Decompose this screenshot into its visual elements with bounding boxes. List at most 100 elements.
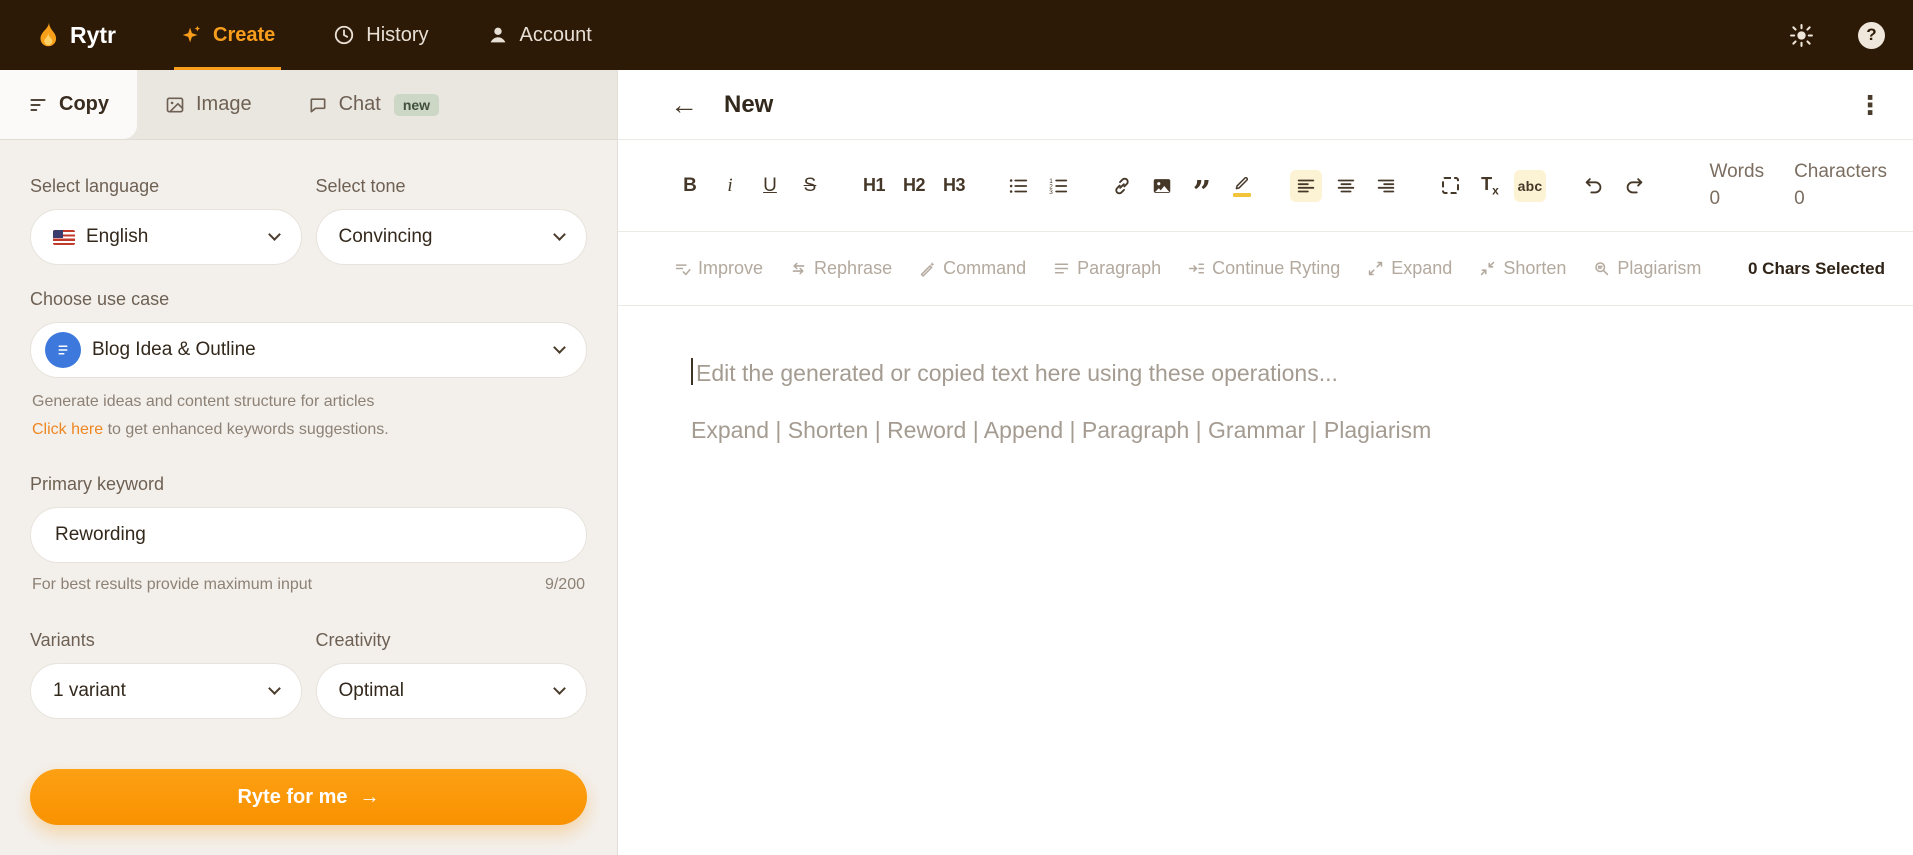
primary-keyword-label: Primary keyword bbox=[30, 474, 587, 495]
chevron-down-icon bbox=[553, 682, 566, 695]
arrow-right-icon: → bbox=[360, 786, 380, 809]
click-here-link[interactable]: Click here bbox=[32, 421, 103, 438]
tab-copy[interactable]: Copy bbox=[0, 70, 137, 139]
chars-selected-status: 0 Chars Selected bbox=[1748, 259, 1885, 279]
paragraph-icon bbox=[1053, 260, 1070, 277]
chevron-down-icon bbox=[553, 228, 566, 241]
tone-select[interactable]: Convincing bbox=[316, 209, 588, 265]
nav-account[interactable]: Account bbox=[487, 0, 592, 70]
words-value: 0 bbox=[1710, 186, 1765, 213]
redo-button[interactable] bbox=[1618, 170, 1650, 202]
link-button[interactable] bbox=[1106, 170, 1138, 202]
format-toolbar: B i U S H1 H2 H3 bbox=[618, 140, 1913, 232]
tab-image[interactable]: Image bbox=[137, 70, 280, 139]
back-arrow-icon[interactable]: ← bbox=[670, 91, 698, 119]
editor-surface[interactable]: Edit the generated or copied text here u… bbox=[618, 306, 1913, 855]
blockquote-button[interactable]: ” bbox=[1186, 170, 1218, 202]
nav-history[interactable]: History bbox=[333, 0, 428, 70]
spellcheck-icon: abc bbox=[1518, 178, 1543, 194]
op-command[interactable]: Command bbox=[919, 258, 1026, 279]
content: Copy Image Chat new bbox=[0, 70, 1913, 855]
link-icon bbox=[1111, 175, 1133, 197]
chevron-down-icon bbox=[268, 682, 281, 695]
use-case-select[interactable]: Blog Idea & Outline bbox=[30, 322, 587, 378]
color-swatch bbox=[1233, 193, 1251, 197]
image-icon bbox=[165, 95, 185, 115]
nav-history-label: History bbox=[366, 24, 428, 47]
align-right-button[interactable] bbox=[1370, 170, 1402, 202]
keyword-help-row: For best results provide maximum input 9… bbox=[30, 576, 587, 594]
svg-text:3: 3 bbox=[1049, 188, 1053, 195]
op-expand[interactable]: Expand bbox=[1367, 258, 1452, 279]
h2-button[interactable]: H2 bbox=[898, 170, 930, 202]
tab-copy-label: Copy bbox=[59, 93, 109, 116]
language-select[interactable]: English bbox=[30, 209, 302, 265]
h1-button[interactable]: H1 bbox=[858, 170, 890, 202]
history-clock-icon bbox=[333, 24, 355, 46]
op-improve[interactable]: Improve bbox=[674, 258, 763, 279]
align-left-button[interactable] bbox=[1290, 170, 1322, 202]
creativity-value: Optimal bbox=[339, 680, 404, 702]
ordered-list-button[interactable]: 123 bbox=[1042, 170, 1074, 202]
op-plagiarism[interactable]: Plagiarism bbox=[1593, 258, 1701, 279]
h3-button[interactable]: H3 bbox=[938, 170, 970, 202]
words-counter: Words 0 bbox=[1710, 159, 1765, 212]
ryte-for-me-label: Ryte for me bbox=[237, 786, 347, 809]
select-all-icon bbox=[1442, 177, 1459, 194]
use-case-help: Generate ideas and content structure for… bbox=[32, 392, 587, 412]
align-center-button[interactable] bbox=[1330, 170, 1362, 202]
creativity-select[interactable]: Optimal bbox=[316, 663, 588, 719]
spellcheck-button[interactable]: abc bbox=[1514, 170, 1546, 202]
tab-chat[interactable]: Chat new bbox=[280, 70, 467, 139]
clear-format-button[interactable]: Tx bbox=[1474, 170, 1506, 202]
bullet-list-button[interactable] bbox=[1002, 170, 1034, 202]
tab-chat-label: Chat bbox=[339, 93, 381, 116]
keyword-char-counter: 9/200 bbox=[545, 576, 585, 594]
redo-icon bbox=[1623, 175, 1645, 197]
text-color-button[interactable] bbox=[1226, 170, 1258, 202]
primary-keyword-input[interactable] bbox=[30, 507, 587, 563]
chat-bubble-icon bbox=[308, 95, 328, 115]
nav-create[interactable]: Create bbox=[180, 0, 275, 70]
nav-account-label: Account bbox=[520, 24, 592, 47]
align-center-icon bbox=[1335, 175, 1357, 197]
words-label: Words bbox=[1710, 159, 1765, 186]
use-case-value: Blog Idea & Outline bbox=[92, 339, 256, 361]
kebab-menu-icon[interactable]: ⋮ bbox=[1857, 92, 1883, 118]
undo-button[interactable] bbox=[1578, 170, 1610, 202]
ryte-for-me-button[interactable]: Ryte for me → bbox=[30, 769, 587, 825]
characters-label: Characters bbox=[1794, 159, 1887, 186]
bold-button[interactable]: B bbox=[674, 170, 706, 202]
chevron-down-icon bbox=[268, 228, 281, 241]
use-case-label: Choose use case bbox=[30, 289, 587, 310]
editor-placeholder-line1: Edit the generated or copied text here u… bbox=[691, 358, 1853, 387]
help-icon[interactable]: ? bbox=[1858, 22, 1885, 49]
sidebar: Copy Image Chat new bbox=[0, 70, 618, 855]
editor-header: ← New ⋮ bbox=[618, 70, 1913, 140]
improve-icon bbox=[674, 260, 691, 277]
ordered-list-icon: 123 bbox=[1047, 175, 1069, 197]
theme-sun-icon[interactable] bbox=[1789, 23, 1814, 48]
op-rephrase[interactable]: Rephrase bbox=[790, 258, 892, 279]
pencil-icon bbox=[1233, 174, 1251, 192]
language-label: Select language bbox=[30, 176, 302, 197]
bullet-list-icon bbox=[1007, 175, 1029, 197]
strikethrough-button[interactable]: S bbox=[794, 170, 826, 202]
top-nav: Rytr Create History Account bbox=[0, 0, 1913, 70]
op-paragraph[interactable]: Paragraph bbox=[1053, 258, 1161, 279]
keywords-suggestion-line: Click here to get enhanced keywords sugg… bbox=[32, 420, 587, 440]
tab-image-label: Image bbox=[196, 93, 252, 116]
brand[interactable]: Rytr bbox=[36, 21, 116, 49]
text-caret bbox=[691, 358, 693, 385]
op-continue-ryting[interactable]: Continue Ryting bbox=[1188, 258, 1340, 279]
underline-button[interactable]: U bbox=[754, 170, 786, 202]
sidebar-form: Select language English Select tone Conv… bbox=[0, 140, 617, 825]
op-shorten[interactable]: Shorten bbox=[1479, 258, 1566, 279]
select-all-button[interactable] bbox=[1434, 170, 1466, 202]
continue-ryting-icon bbox=[1188, 260, 1205, 277]
italic-button[interactable]: i bbox=[714, 170, 746, 202]
variants-select[interactable]: 1 variant bbox=[30, 663, 302, 719]
characters-value: 0 bbox=[1794, 186, 1887, 213]
insert-image-button[interactable] bbox=[1146, 170, 1178, 202]
copy-filter-icon bbox=[28, 95, 48, 115]
